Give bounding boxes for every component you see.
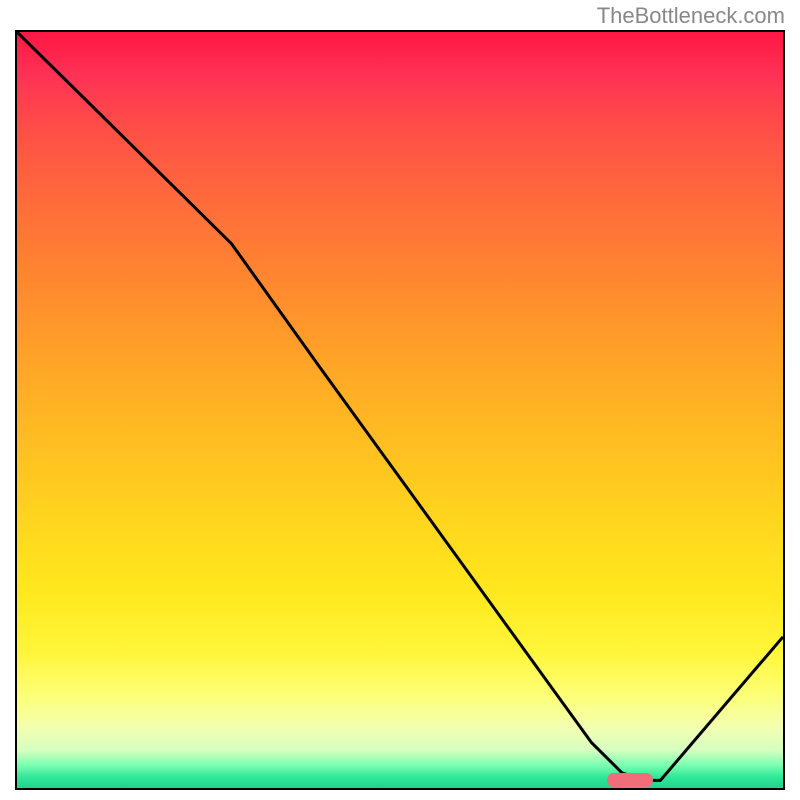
attribution-label: TheBottleneck.com bbox=[597, 3, 785, 29]
optimal-point-marker bbox=[607, 773, 653, 787]
chart-curve-svg bbox=[17, 32, 783, 788]
chart-plot-area bbox=[15, 30, 785, 790]
chart-container: TheBottleneck.com bbox=[0, 0, 800, 800]
bottleneck-curve bbox=[17, 32, 783, 780]
